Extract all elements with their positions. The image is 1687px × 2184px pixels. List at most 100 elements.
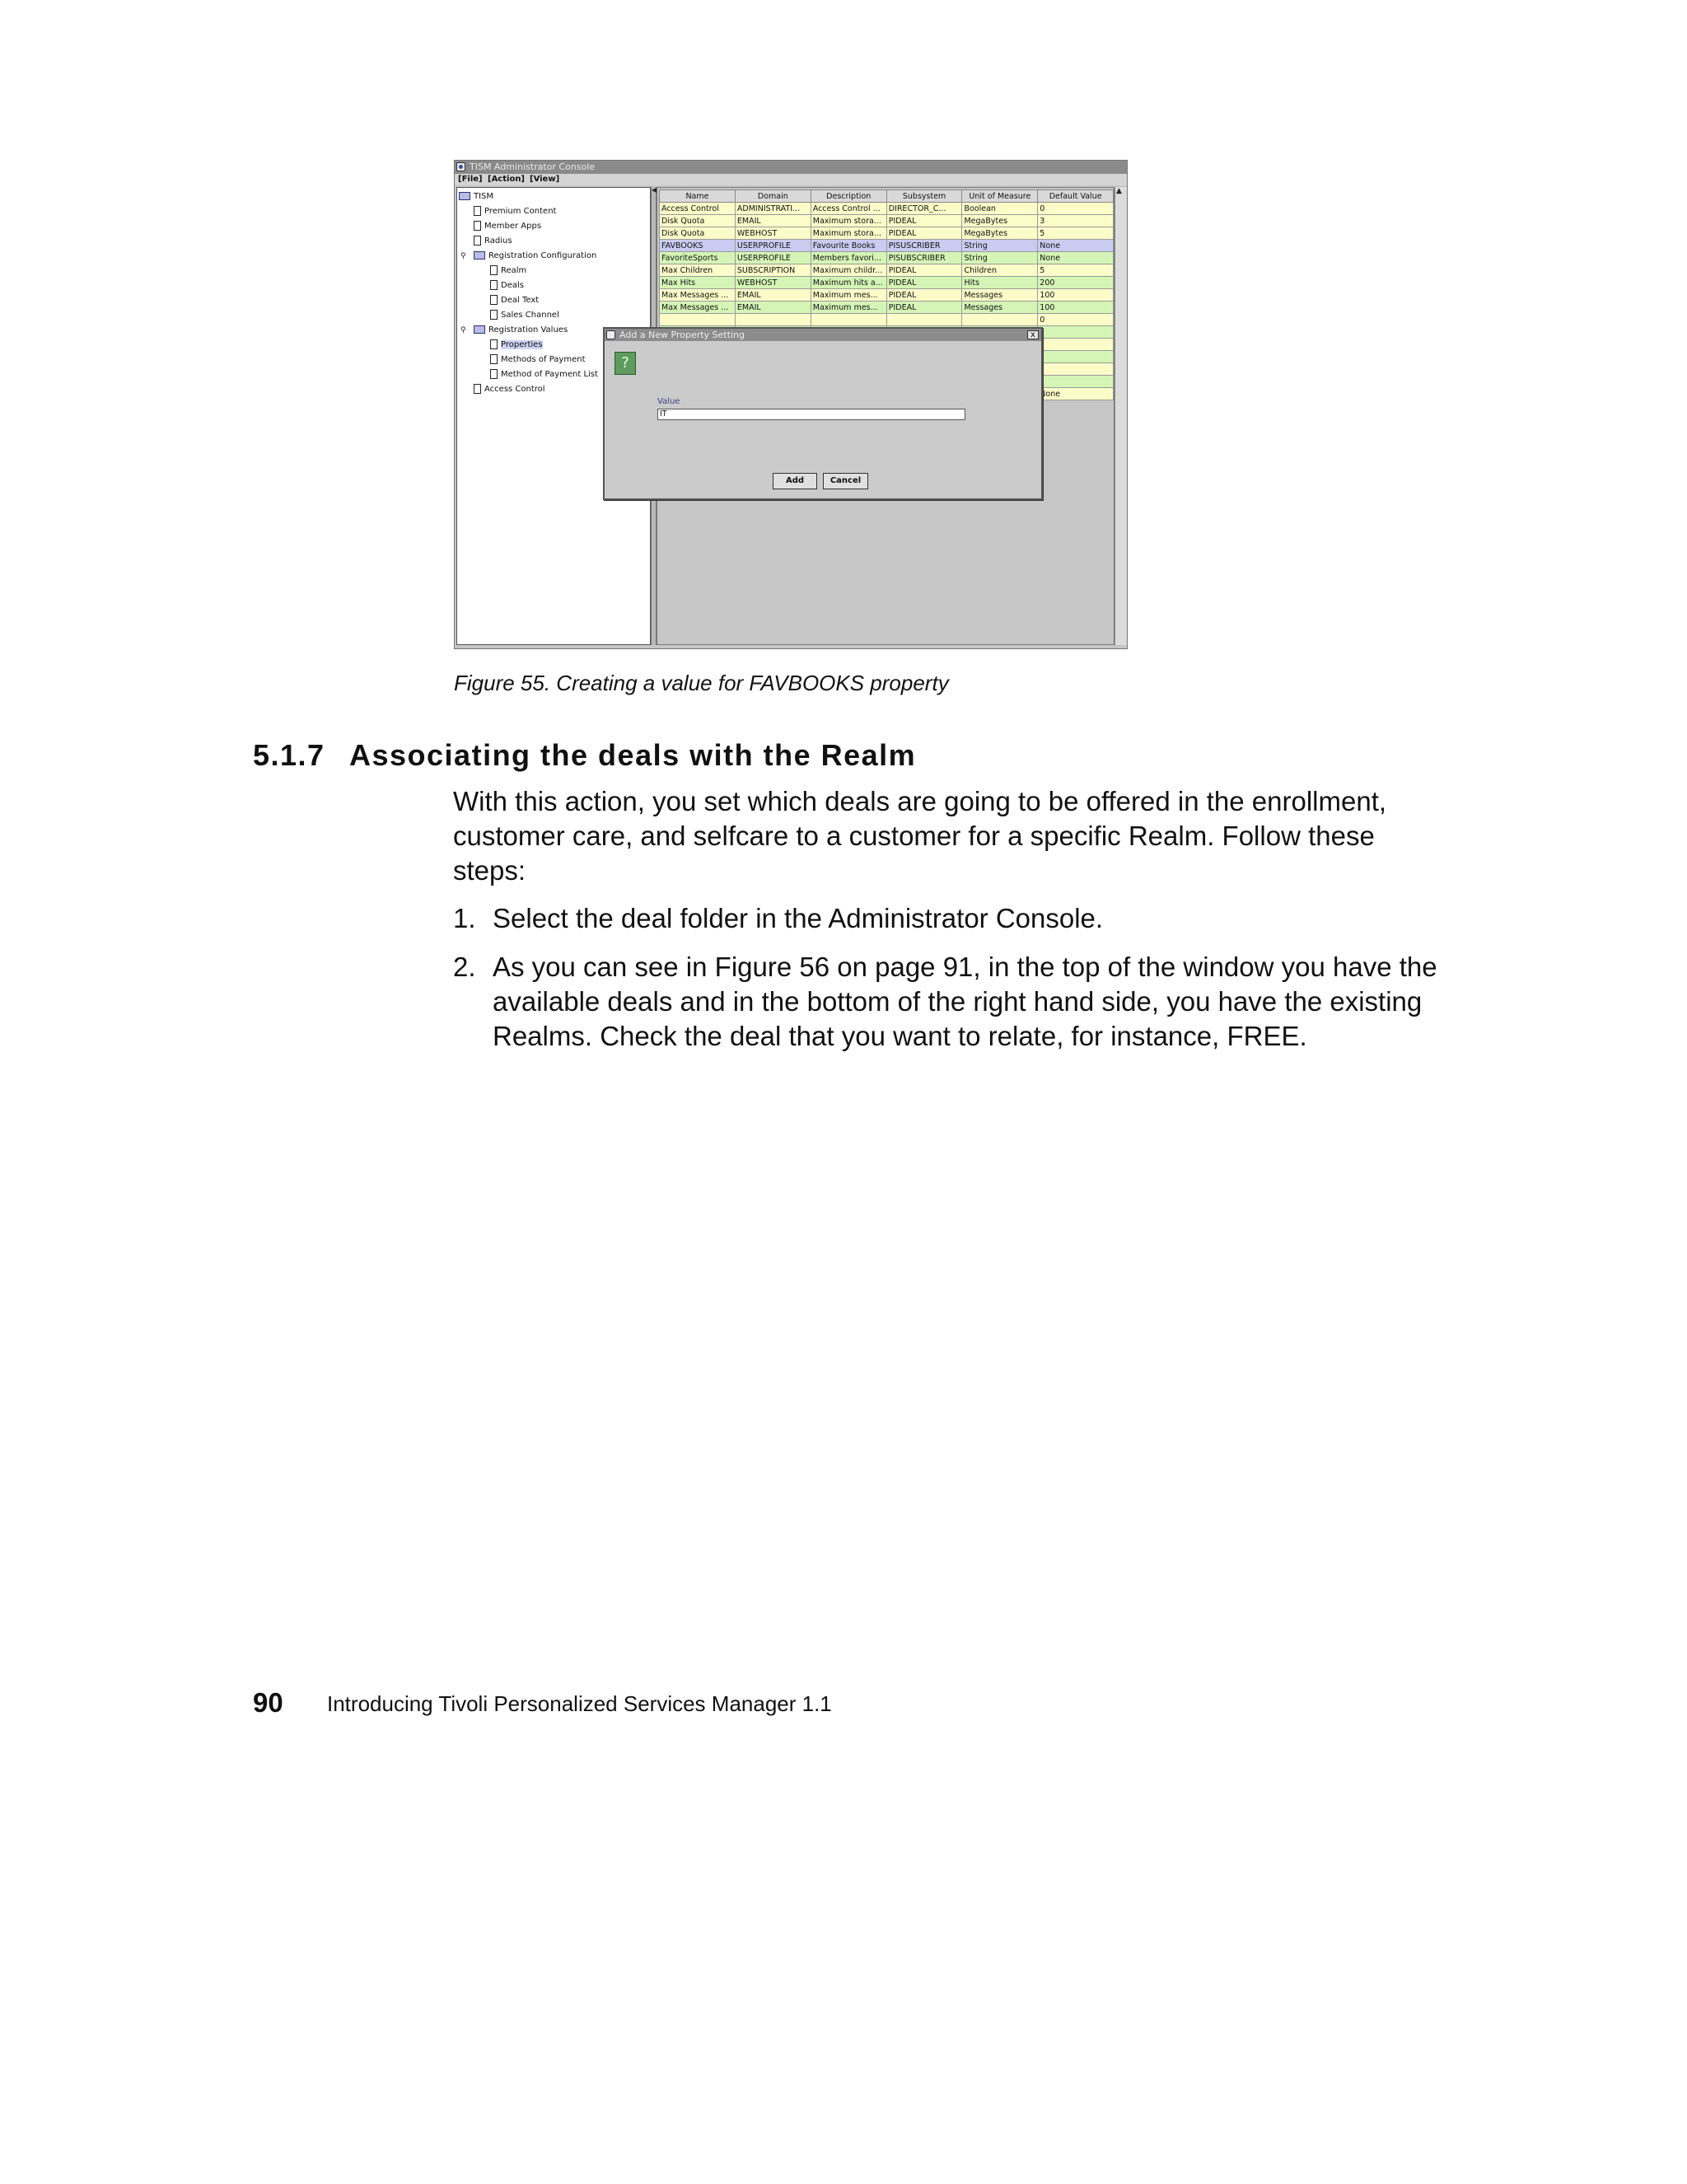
- value-input[interactable]: IT: [657, 409, 965, 420]
- cell-description[interactable]: Maximum stora...: [810, 214, 887, 227]
- cell-name[interactable]: Disk Quota: [659, 214, 736, 227]
- cell-unit-of-measure[interactable]: Children: [961, 264, 1039, 277]
- cell-unit-of-measure[interactable]: String: [961, 239, 1039, 252]
- table-row[interactable]: Max Messages ... EMAIL Maximum mes... PIDEA…: [659, 301, 1114, 314]
- cell-description[interactable]: Access Control ...: [810, 202, 887, 215]
- cell-description[interactable]: Maximum mes...: [810, 301, 887, 314]
- cell-default-value[interactable]: None: [1037, 239, 1114, 252]
- tree-node-sales-channel[interactable]: Sales Channel: [490, 308, 559, 323]
- cancel-button[interactable]: Cancel: [823, 473, 868, 489]
- cell-default-value[interactable]: 200: [1037, 276, 1114, 289]
- scroll-arrow-icon[interactable]: ▲: [1116, 187, 1122, 195]
- table-row[interactable]: FAVBOOKS USERPROFILE Favourite Books PISUSC…: [659, 239, 1114, 252]
- cell-unit-of-measure[interactable]: [961, 313, 1039, 326]
- cell-subsystem[interactable]: PIDEAL: [886, 227, 963, 240]
- cell-domain[interactable]: WEBHOST: [734, 227, 811, 240]
- cell-default-value[interactable]: 0: [1037, 202, 1114, 215]
- cell-description[interactable]: [810, 313, 887, 326]
- column-header-unit-of-measure[interactable]: Unit of Measure: [961, 189, 1039, 203]
- cell-subsystem[interactable]: PISUBSCRIBER: [886, 251, 963, 264]
- column-header-domain[interactable]: Domain: [734, 189, 811, 203]
- cell-unit-of-measure[interactable]: MegaBytes: [961, 214, 1039, 227]
- cell-domain[interactable]: WEBHOST: [734, 276, 811, 289]
- cell-description[interactable]: Maximum mes...: [810, 288, 887, 302]
- cell-name[interactable]: Max Messages ...: [659, 288, 736, 302]
- cell-name[interactable]: Access Control: [659, 202, 736, 215]
- cell-unit-of-measure[interactable]: Messages: [961, 288, 1039, 302]
- cell-name[interactable]: Max Messages ...: [659, 301, 736, 314]
- column-header-description[interactable]: Description: [810, 189, 887, 203]
- cell-unit-of-measure[interactable]: MegaBytes: [961, 227, 1039, 240]
- add-button[interactable]: Add: [773, 473, 817, 489]
- cell-subsystem[interactable]: PIDEAL: [886, 288, 963, 302]
- cell-name[interactable]: FAVBOOKS: [659, 239, 736, 252]
- menu-action[interactable]: [Action]: [488, 174, 525, 185]
- cell-default-value[interactable]: 0: [1037, 313, 1114, 326]
- cell-name[interactable]: [659, 313, 736, 326]
- cell-subsystem[interactable]: [886, 313, 963, 326]
- column-header-default-value[interactable]: Default Value: [1037, 189, 1114, 203]
- cell-subsystem[interactable]: DIRECTOR_C...: [886, 202, 963, 215]
- table-row[interactable]: Disk Quota EMAIL Maximum stora... PIDEAL Meg…: [659, 214, 1114, 227]
- cell-domain[interactable]: EMAIL: [734, 288, 811, 302]
- cell-domain[interactable]: USERPROFILE: [734, 251, 811, 264]
- tree-node-radius[interactable]: Radius: [474, 234, 512, 249]
- cell-default-value[interactable]: None: [1037, 251, 1114, 264]
- cell-unit-of-measure[interactable]: String: [961, 251, 1039, 264]
- cell-default-value[interactable]: [1037, 325, 1114, 339]
- column-header-name[interactable]: Name: [659, 189, 736, 203]
- cell-subsystem[interactable]: PIDEAL: [886, 276, 963, 289]
- expand-handle-icon[interactable]: ⚲: [460, 323, 466, 338]
- cell-unit-of-measure[interactable]: Messages: [961, 301, 1039, 314]
- tree-node-member-apps[interactable]: Member Apps: [474, 219, 541, 234]
- cell-description[interactable]: Maximum childr...: [810, 264, 887, 277]
- cell-domain[interactable]: EMAIL: [734, 301, 811, 314]
- cell-description[interactable]: Maximum stora...: [810, 227, 887, 240]
- column-header-subsystem[interactable]: Subsystem: [886, 189, 963, 203]
- tree-node-method-of-payment-list[interactable]: Method of Payment List: [490, 367, 598, 382]
- tree-node-deal-text[interactable]: Deal Text: [490, 293, 539, 308]
- table-row[interactable]: 0: [659, 313, 1114, 326]
- cell-default-value[interactable]: 5: [1037, 227, 1114, 240]
- tree-node-properties[interactable]: Properties: [490, 338, 543, 353]
- cell-default-value[interactable]: 100: [1037, 288, 1114, 302]
- menu-file[interactable]: [File]: [458, 174, 483, 185]
- cell-name[interactable]: Disk Quota: [659, 227, 736, 240]
- cell-default-value[interactable]: None: [1037, 387, 1114, 400]
- cell-domain[interactable]: ADMINISTRATI...: [734, 202, 811, 215]
- vertical-scrollbar[interactable]: ▲: [1115, 187, 1127, 645]
- cell-default-value[interactable]: 3: [1037, 214, 1114, 227]
- tree-node-premium-content[interactable]: Premium Content: [474, 204, 556, 219]
- table-row[interactable]: Access Control ADMINISTRATI... Access Cont…: [659, 202, 1114, 215]
- cell-default-value[interactable]: [1037, 362, 1114, 376]
- cell-subsystem[interactable]: PIDEAL: [886, 264, 963, 277]
- table-row[interactable]: Max Children SUBSCRIPTION Maximum childr..…: [659, 264, 1114, 277]
- cell-unit-of-measure[interactable]: Hits: [961, 276, 1039, 289]
- tree-node-tism[interactable]: TISM: [459, 189, 493, 204]
- menu-view[interactable]: [View]: [530, 174, 559, 185]
- close-icon[interactable]: x: [1027, 330, 1039, 339]
- cell-domain[interactable]: SUBSCRIPTION: [734, 264, 811, 277]
- tree-node-registration-values[interactable]: Registration Values: [474, 323, 568, 338]
- cell-name[interactable]: FavoriteSports: [659, 251, 736, 264]
- tree-node-access-control[interactable]: Access Control: [474, 382, 545, 397]
- tree-node-realm[interactable]: Realm: [490, 264, 526, 278]
- cell-name[interactable]: Max Hits: [659, 276, 736, 289]
- cell-subsystem[interactable]: PIDEAL: [886, 214, 963, 227]
- table-row[interactable]: FavoriteSports USERPROFILE Members favori.…: [659, 251, 1114, 264]
- cell-description[interactable]: Members favori...: [810, 251, 887, 264]
- cell-domain[interactable]: EMAIL: [734, 214, 811, 227]
- cell-name[interactable]: Max Children: [659, 264, 736, 277]
- cell-default-value[interactable]: 5: [1037, 264, 1114, 277]
- table-row[interactable]: Max Messages ... EMAIL Maximum mes... PIDEA…: [659, 288, 1114, 302]
- cell-default-value[interactable]: 100: [1037, 301, 1114, 314]
- table-row[interactable]: Disk Quota WEBHOST Maximum stora... PIDEAL M…: [659, 227, 1114, 240]
- tree-node-deals[interactable]: Deals: [490, 278, 524, 293]
- cell-subsystem[interactable]: PIDEAL: [886, 301, 963, 314]
- expand-handle-icon[interactable]: ⚲: [460, 249, 466, 264]
- cell-domain[interactable]: [734, 313, 811, 326]
- tree-node-methods-of-payment[interactable]: Methods of Payment: [490, 353, 586, 367]
- cell-default-value[interactable]: [1037, 350, 1114, 363]
- cell-default-value[interactable]: [1037, 375, 1114, 388]
- tree-node-registration-configuration[interactable]: Registration Configuration: [474, 249, 596, 264]
